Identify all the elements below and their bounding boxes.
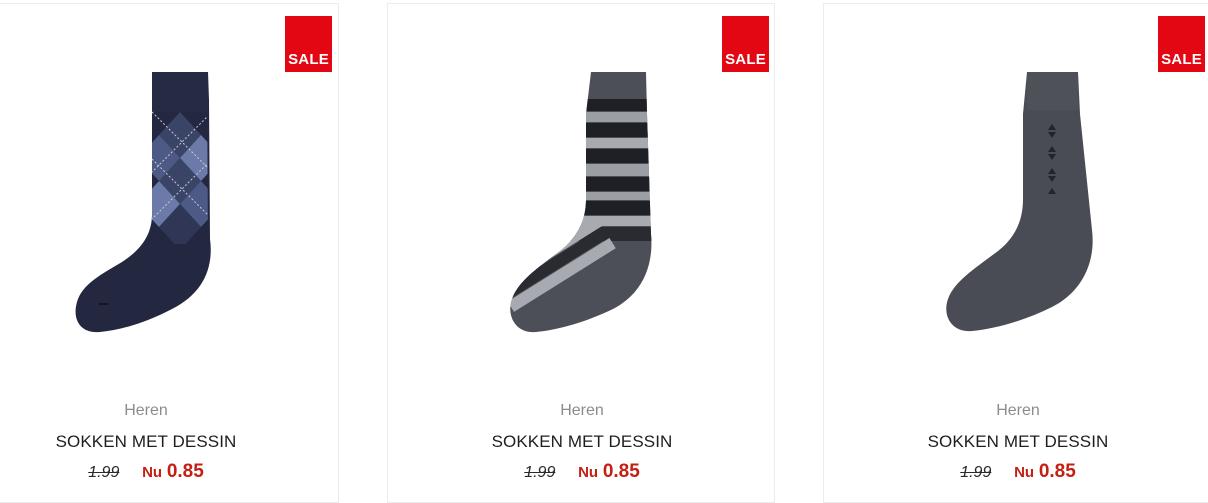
- product-price-row: 1.99 Nu 0.85: [824, 461, 1208, 484]
- now-label: Nu: [1014, 464, 1035, 481]
- sale-badge: SALE: [285, 16, 332, 72]
- sale-price: 0.85: [602, 461, 640, 482]
- product-price-row: 1.99 Nu 0.85: [0, 461, 340, 484]
- product-title[interactable]: SOKKEN MET DESSIN: [0, 431, 340, 453]
- sale-badge: SALE: [1158, 16, 1205, 72]
- sale-price: 0.85: [1038, 461, 1076, 482]
- old-price: 1.99: [960, 464, 992, 481]
- product-category[interactable]: Heren: [388, 401, 776, 421]
- product-category[interactable]: Heren: [0, 401, 340, 421]
- sale-badge: SALE: [722, 16, 769, 72]
- product-price-row: 1.99 Nu 0.85: [388, 461, 776, 484]
- old-price: 1.99: [88, 464, 120, 481]
- product-title[interactable]: SOKKEN MET DESSIN: [388, 431, 776, 453]
- old-price: 1.99: [524, 464, 556, 481]
- product-image[interactable]: [388, 4, 776, 364]
- striped-sock-image: [510, 72, 652, 333]
- now-label: Nu: [578, 464, 599, 481]
- product-card[interactable]: SALE Heren SOKKEN MET DESSIN 1.99 Nu 0.8…: [0, 3, 339, 503]
- product-card[interactable]: SALE Heren SOKKEN MET DESSIN 1.99 Nu 0.8…: [823, 3, 1208, 503]
- motif-sock-image: [946, 72, 1093, 332]
- product-category[interactable]: Heren: [824, 401, 1208, 421]
- sale-price: 0.85: [166, 461, 204, 482]
- product-grid: SALE Heren SOKKEN MET DESSIN 1.99 Nu 0.8…: [0, 0, 1208, 503]
- product-card[interactable]: SALE Heren SOKKEN MET DESSIN 1.99 Nu 0.8…: [387, 3, 775, 503]
- product-image[interactable]: [824, 4, 1208, 364]
- now-label: Nu: [142, 464, 163, 481]
- product-title[interactable]: SOKKEN MET DESSIN: [824, 431, 1208, 453]
